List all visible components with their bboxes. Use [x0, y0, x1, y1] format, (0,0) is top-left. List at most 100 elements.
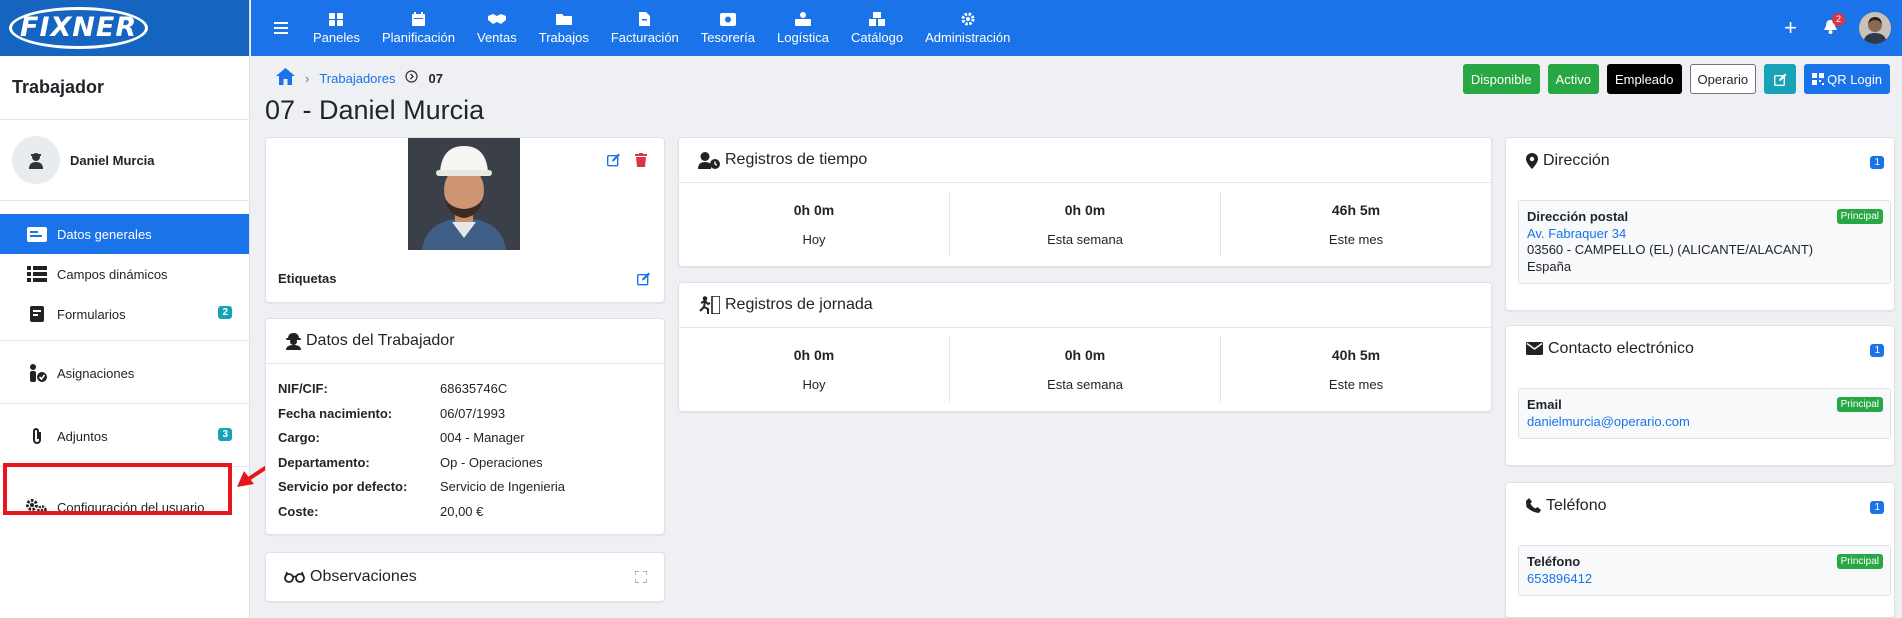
expand-icon[interactable] [634, 570, 648, 586]
phone-card: Teléfono 1 Teléfono Principal 653896412 [1505, 482, 1895, 618]
phone-box: Teléfono Principal 653896412 [1518, 545, 1891, 596]
stat-label: Hoy [802, 376, 826, 392]
worker-data-list: NIF/CIF: 68635746C Fecha nacimiento: 06/07… [278, 381, 565, 529]
time-records-stats: 0h 0m Hoy 0h 0m Esta semana 46h 5m Este mes [679, 183, 1491, 265]
edit-photo-icon[interactable] [606, 153, 621, 170]
paperclip-icon [25, 426, 49, 446]
address-street-link[interactable]: Av. Fabraquer 34 [1527, 226, 1626, 241]
empleado-button[interactable]: Empleado [1606, 64, 1682, 94]
nav-tesoreria[interactable]: Tesorería [690, 0, 766, 56]
sidebar-item-adjuntos[interactable]: Adjuntos 3 [0, 416, 249, 456]
top-right-actions: + 2 [1784, 0, 1902, 56]
worker-data-row: Cargo: 004 - Manager [278, 430, 565, 455]
nav-ventas[interactable]: Ventas [466, 0, 528, 56]
list-icon [25, 264, 49, 284]
nav-paneles[interactable]: Paneles [302, 0, 371, 56]
user-avatar-icon [12, 136, 60, 184]
disponible-button[interactable]: Disponible [1462, 64, 1540, 94]
nav-trabajos[interactable]: Trabajos [528, 0, 600, 56]
nav-facturacion[interactable]: Facturación [600, 0, 690, 56]
nav-label: Trabajos [538, 30, 589, 45]
breadcrumb-trabajadores-link[interactable]: Trabajadores [319, 71, 395, 86]
dolly-icon [795, 11, 811, 27]
email-link[interactable]: danielmurcia@operario.com [1527, 414, 1690, 429]
menu-group-main: Datos generales Campos dinámicos Formula… [0, 201, 249, 341]
field-value: 68635746C [440, 381, 508, 396]
stat-label: Este mes [1328, 231, 1384, 247]
circle-chevron-icon [405, 70, 419, 86]
handshake-icon [487, 11, 506, 27]
worker-icon [286, 332, 301, 350]
dashboard-icon [329, 11, 344, 27]
worker-data-row: Coste: 20,00 € [278, 504, 565, 529]
user-clock-icon [698, 151, 720, 169]
time-records-title: Registros de tiempo [725, 151, 868, 168]
stat-label: Esta semana [1047, 231, 1123, 247]
email-box-title: Email [1527, 397, 1562, 412]
nav-label: Tesorería [700, 30, 755, 45]
qr-login-label: QR Login [1827, 71, 1882, 87]
address-country: España [1527, 258, 1572, 274]
delete-photo-icon[interactable] [635, 153, 647, 170]
stat-label: Este mes [1328, 376, 1384, 392]
email-count-badge: 1 [1870, 344, 1884, 357]
id-card-icon [25, 224, 49, 244]
observations-header: Observaciones [266, 553, 664, 601]
stat-today: 0h 0m Hoy [679, 191, 949, 257]
person-check-icon [25, 363, 49, 383]
top-navbar: Paneles Planificación Ventas Trabajos Fa… [251, 0, 1902, 56]
phone-link[interactable]: 653896412 [1527, 571, 1592, 586]
nav-label: Administración [925, 30, 1011, 45]
photo-card: Etiquetas [265, 137, 665, 303]
add-icon[interactable]: + [1784, 15, 1797, 41]
sidebar-item-datos-generales[interactable]: Datos generales [0, 214, 249, 254]
field-key: Servicio por defecto: [278, 479, 408, 495]
running-exit-icon [698, 296, 720, 314]
stat-label: Esta semana [1047, 376, 1123, 392]
header-buttons: Disponible Activo Empleado Operario QR L… [1455, 64, 1890, 94]
worker-photo [408, 138, 520, 250]
notifications-badge: 2 [1832, 12, 1846, 26]
chevron-right-icon: › [305, 70, 310, 86]
field-value: 004 - Manager [440, 430, 525, 446]
notifications-bell-icon[interactable]: 2 [1824, 12, 1846, 37]
email-box: Email Principal danielmurcia@operario.co… [1518, 388, 1891, 439]
sidebar-item-label: Asignaciones [57, 365, 135, 381]
time-records-header: Registros de tiempo [679, 138, 1491, 183]
nav-logistica[interactable]: Logística [766, 0, 840, 56]
address-box-title: Dirección postal [1527, 209, 1629, 224]
edit-button[interactable] [1764, 64, 1797, 94]
boxes-icon [869, 11, 886, 27]
address-count-badge: 1 [1870, 156, 1884, 169]
field-key: NIF/CIF: [278, 381, 328, 396]
principal-badge: Principal [1836, 209, 1883, 224]
user-avatar[interactable] [1859, 12, 1891, 44]
operario-button[interactable]: Operario [1689, 64, 1757, 94]
stat-value: 40h 5m [1331, 346, 1381, 363]
edit-labels-icon[interactable] [636, 272, 651, 289]
home-icon[interactable] [276, 68, 295, 88]
qr-login-button[interactable]: QR Login [1804, 64, 1890, 94]
sidebar-item-label: Datos generales [57, 226, 152, 242]
address-header: Dirección [1506, 138, 1894, 183]
field-key: Coste: [278, 503, 319, 519]
nav-administracion[interactable]: Administración [914, 0, 1021, 56]
nav-label: Ventas [476, 30, 517, 45]
sidebar-item-asignaciones[interactable]: Asignaciones [0, 353, 249, 393]
map-marker-icon [1526, 152, 1538, 169]
field-value: 20,00 € [440, 503, 484, 519]
sidebar-user-name: Daniel Murcia [70, 152, 155, 168]
workday-records-header: Registros de jornada [679, 283, 1491, 328]
hamburger-menu-icon[interactable] [274, 18, 288, 39]
nav-planificacion[interactable]: Planificación [371, 0, 466, 56]
stat-month: 46h 5m Este mes [1220, 191, 1491, 257]
brand-logo[interactable]: FIXNER [9, 7, 149, 49]
sidebar-item-campos-dinamicos[interactable]: Campos dinámicos [0, 254, 249, 294]
principal-badge: Principal [1836, 554, 1883, 569]
email-contact-header: Contacto electrónico [1506, 326, 1894, 371]
sidebar-item-formularios[interactable]: Formularios 2 [0, 294, 249, 334]
nav-catalogo[interactable]: Catálogo [840, 0, 914, 56]
field-key: Cargo: [278, 430, 320, 446]
activo-button[interactable]: Activo [1547, 64, 1599, 94]
phone-icon [1526, 498, 1541, 513]
